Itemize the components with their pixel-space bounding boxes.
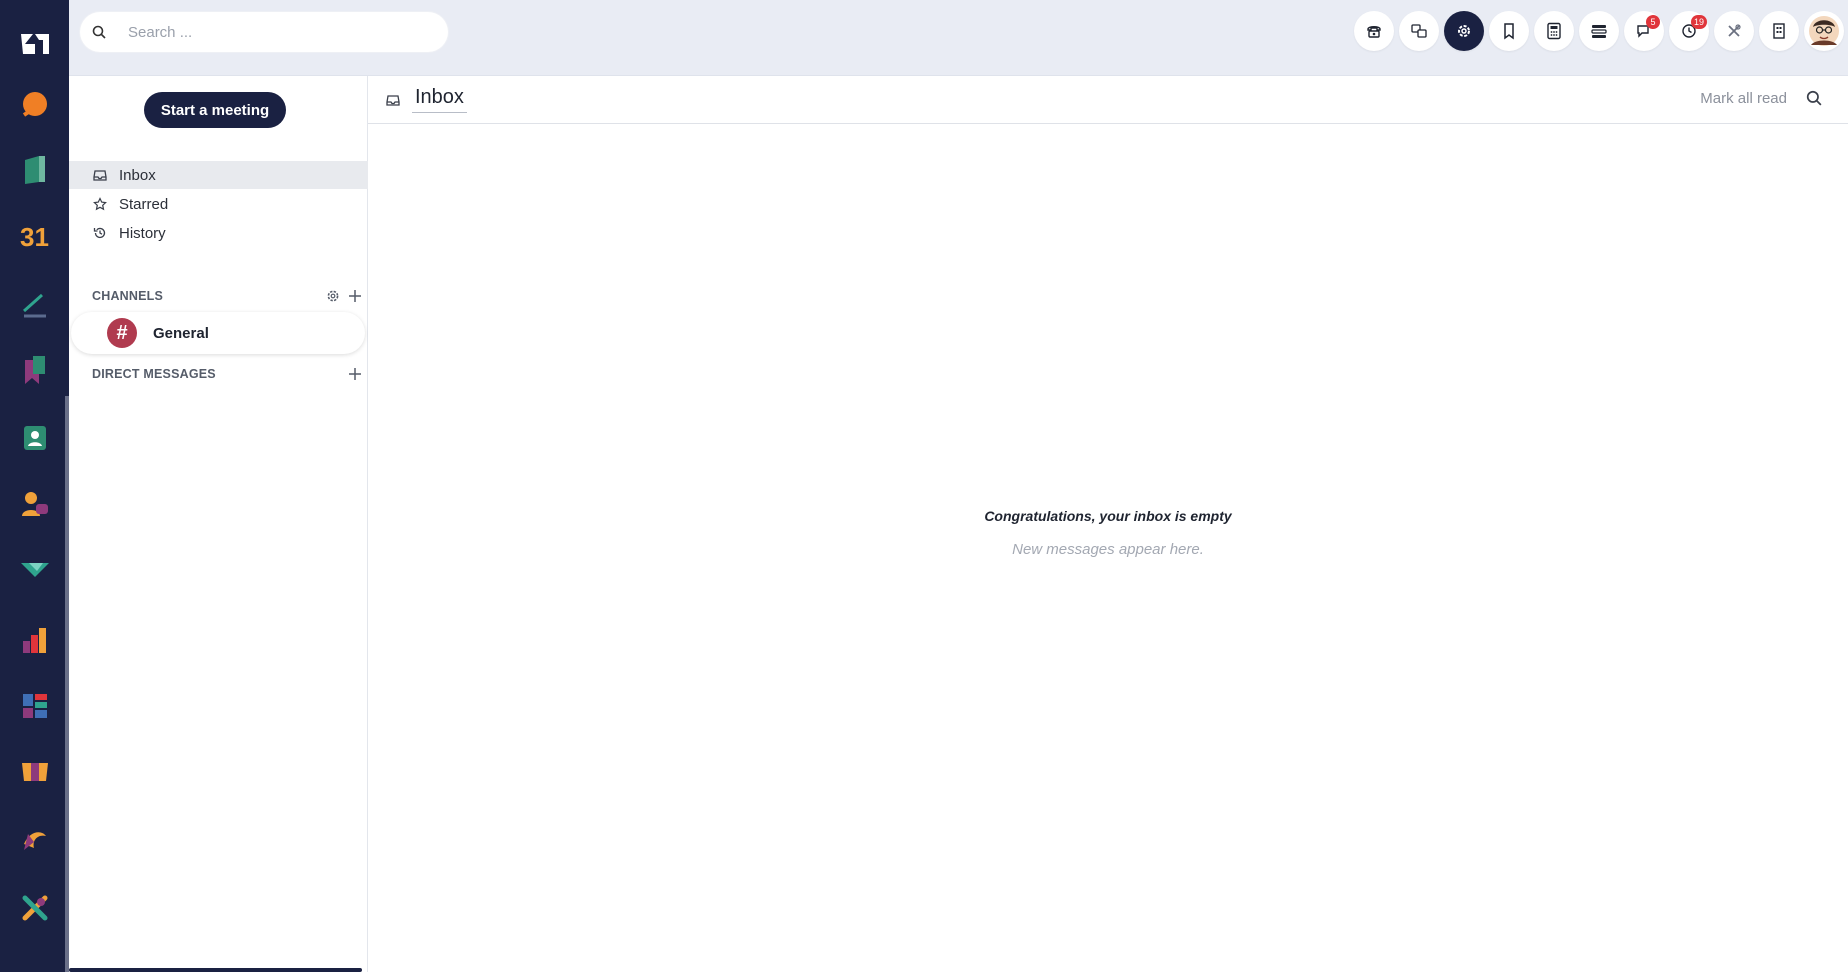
sign-app-icon[interactable]: [17, 286, 53, 322]
search-input[interactable]: [128, 23, 428, 41]
channels-heading[interactable]: CHANNELS: [92, 286, 362, 306]
mark-all-read-button[interactable]: Mark all read: [1700, 90, 1787, 107]
phone-button[interactable]: [1354, 11, 1394, 51]
settings-app-icon[interactable]: [17, 890, 53, 926]
add-chat-plus-icon[interactable]: [348, 367, 362, 381]
sidebar-item-label: History: [119, 224, 166, 242]
settings-button[interactable]: [1444, 11, 1484, 51]
direct-messages-heading[interactable]: DIRECT MESSAGES: [92, 364, 362, 384]
bookmark-button[interactable]: [1489, 11, 1529, 51]
start-meeting-button[interactable]: Start a meeting: [144, 92, 286, 128]
empty-state-subtitle: New messages appear here.: [1012, 541, 1204, 558]
knowledge-app-icon[interactable]: [17, 352, 53, 388]
language-icon: [1411, 24, 1427, 38]
calendar-app-icon[interactable]: 31: [17, 218, 53, 254]
sidebar-item-starred[interactable]: Starred: [69, 190, 368, 218]
inbox-icon: [386, 94, 400, 106]
history-icon: [93, 227, 106, 239]
marketing-app-icon[interactable]: [17, 822, 53, 858]
dashboards-app-icon[interactable]: [17, 688, 53, 724]
user-avatar: [1809, 16, 1839, 46]
direct-messages-heading-label: DIRECT MESSAGES: [92, 367, 216, 381]
activities-button[interactable]: 19: [1669, 11, 1709, 51]
channel-hash-icon: #: [107, 318, 137, 348]
phone-icon: [1367, 26, 1381, 38]
documents-app-icon[interactable]: [17, 152, 53, 188]
list-icon: [1591, 25, 1607, 38]
search-box[interactable]: [80, 12, 448, 52]
sidebar-item-label: Inbox: [119, 166, 156, 184]
search-icon: [92, 25, 106, 39]
thread-header: Inbox Mark all read: [368, 76, 1848, 124]
calculator-button[interactable]: [1534, 11, 1574, 51]
channel-item-general[interactable]: # General: [71, 312, 365, 354]
add-channel-plus-icon[interactable]: [348, 289, 362, 303]
app-rail: 31: [0, 0, 69, 972]
inbox-panel: Inbox Mark all read Congratulations, you…: [368, 76, 1848, 972]
top-bar: 5 19: [69, 0, 1848, 76]
page-title: Inbox: [412, 86, 467, 113]
employees-app-icon[interactable]: [17, 486, 53, 522]
gear-icon: [1458, 25, 1470, 37]
channel-settings-gear-icon[interactable]: [326, 289, 340, 303]
sidebar-item-inbox[interactable]: Inbox: [69, 161, 368, 189]
language-button[interactable]: [1399, 11, 1439, 51]
sidebar-scrollbar[interactable]: [69, 968, 362, 972]
channel-name: General: [153, 324, 209, 342]
sidebar-item-label: Starred: [119, 195, 169, 213]
search-icon[interactable]: [1806, 90, 1822, 106]
sidebar-item-history[interactable]: History: [69, 219, 368, 247]
inbox-icon: [93, 170, 107, 181]
svg-text:31: 31: [20, 222, 49, 250]
company-button[interactable]: [1759, 11, 1799, 51]
pos-app-icon[interactable]: [17, 754, 53, 790]
calculator-icon: [1547, 22, 1561, 40]
user-menu-button[interactable]: [1804, 11, 1844, 51]
activities-badge: 19: [1691, 15, 1708, 29]
empty-state-title: Congratulations, your inbox is empty: [984, 508, 1232, 524]
home-logo-icon[interactable]: [17, 26, 53, 62]
messages-badge: 5: [1646, 15, 1660, 29]
crm-app-icon[interactable]: [17, 552, 53, 588]
channels-heading-label: CHANNELS: [92, 289, 164, 303]
star-icon: [93, 197, 107, 211]
discuss-app-icon[interactable]: [17, 86, 53, 122]
activity-list-button[interactable]: [1579, 11, 1619, 51]
building-icon: [1773, 23, 1785, 39]
messages-button[interactable]: 5: [1624, 11, 1664, 51]
tools-button[interactable]: [1714, 11, 1754, 51]
discuss-sidebar: Start a meeting Inbox Starred History CH…: [69, 76, 368, 972]
contacts-app-icon[interactable]: [17, 420, 53, 456]
reporting-app-icon[interactable]: [17, 622, 53, 658]
bookmark-icon: [1504, 23, 1514, 40]
tools-icon: [1728, 24, 1741, 37]
